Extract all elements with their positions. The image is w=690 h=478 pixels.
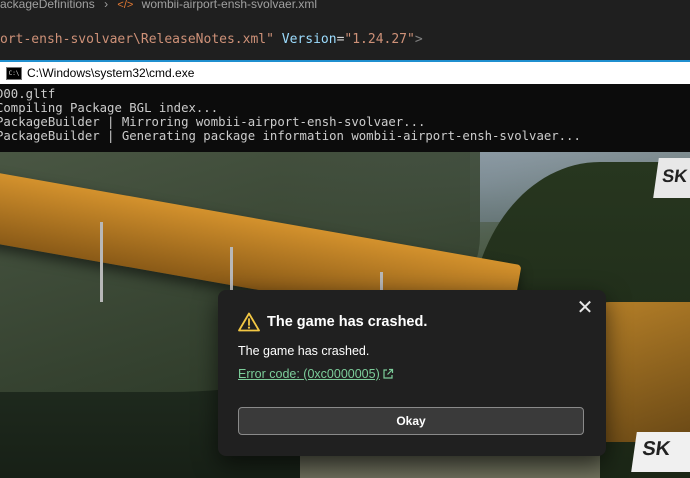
aircraft-livery-top: SK [653,158,690,198]
breadcrumb-folder[interactable]: ackageDefinitions [0,0,95,11]
external-link-icon [383,368,393,379]
cmd-line: PackageBuilder | Generating package info… [0,129,581,143]
code-editor: ackageDefinitions › </> wombii-airport-e… [0,0,690,60]
dialog-message: The game has crashed. [238,344,370,358]
cmd-window[interactable]: C:\ C:\Windows\system32\cmd.exe D00.gltf… [0,60,690,152]
code-line[interactable]: ort-ensh-svolvaer\ReleaseNotes.xml" Vers… [0,30,423,50]
cmd-icon: C:\ [6,66,22,80]
error-code-link[interactable]: Error code: (0xc0000005) [238,367,394,381]
code-string: ort-ensh-svolvaer\ReleaseNotes.xml" [0,32,274,47]
code-tag-close: > [414,32,423,47]
aircraft-livery-bottom: SK [631,432,690,472]
cmd-output: D00.gltf Compiling Package BGL index... Pa… [0,84,690,143]
warning-icon [238,312,260,332]
xml-file-icon: </> [117,0,134,11]
breadcrumb-separator-icon: › [104,0,109,11]
cmd-titlebar[interactable]: C:\ C:\Windows\system32\cmd.exe [0,62,690,84]
error-code-text: Error code: (0xc0000005) [238,367,380,381]
code-attribute: Version [281,32,337,47]
cmd-line: Compiling Package BGL index... [0,101,219,115]
close-icon[interactable]: ✕ [576,297,594,317]
code-attribute-value: "1.24.27" [344,32,415,47]
cmd-line: D00.gltf [0,87,56,101]
cmd-line: PackageBuilder | Mirroring wombii-airpor… [0,115,426,129]
breadcrumb: ackageDefinitions › </> wombii-airport-e… [0,0,690,14]
breadcrumb-file[interactable]: wombii-airport-ensh-svolvaer.xml [142,0,317,11]
cmd-title: C:\Windows\system32\cmd.exe [27,66,195,80]
crash-dialog: ✕ The game has crashed. The game has cra… [218,290,606,456]
wing-strut [100,222,103,302]
okay-button[interactable]: Okay [238,407,584,435]
dialog-title: The game has crashed. [267,314,428,330]
dialog-header: The game has crashed. [238,312,427,332]
